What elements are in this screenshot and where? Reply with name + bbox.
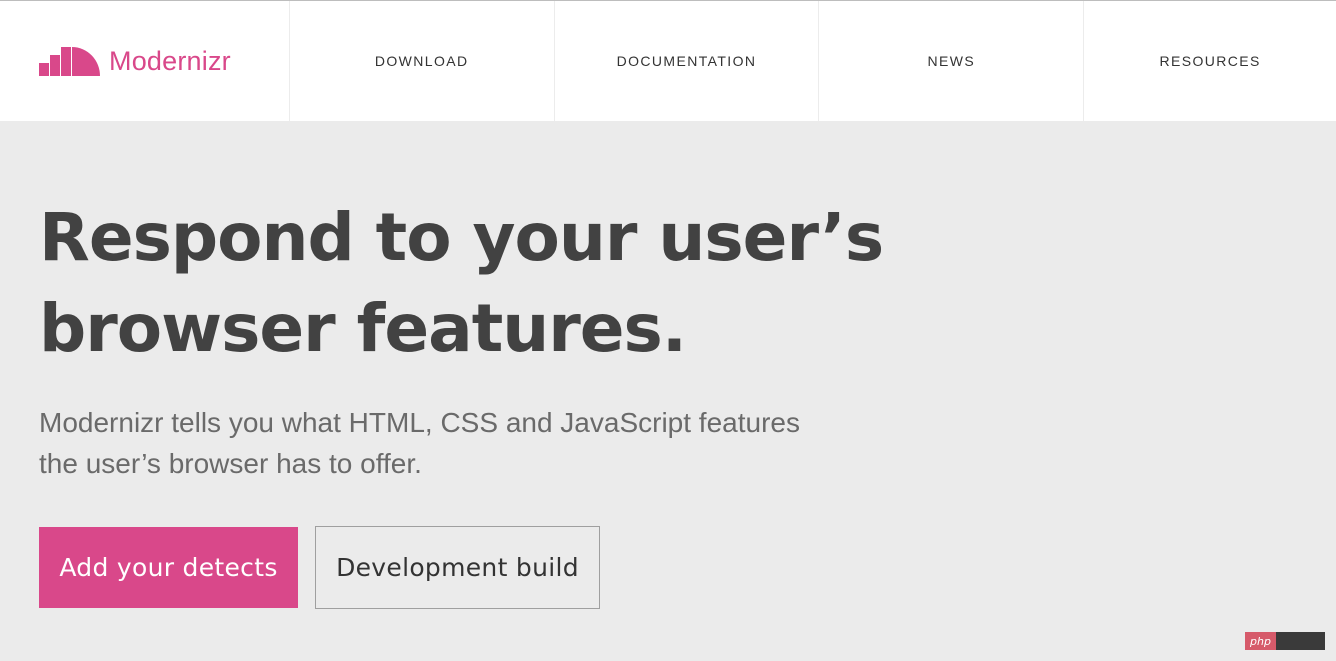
development-build-button[interactable]: Development build [315, 526, 600, 609]
hero-section: Respond to your user’s browser features. [39, 192, 939, 374]
page: Modernizr DOWNLOAD DOCUMENTATION NEWS RE… [0, 0, 1336, 661]
nav-item-resources[interactable]: RESOURCES [1084, 1, 1336, 121]
hero-subtitle-line-1: Modernizr tells you what HTML, CSS and J… [39, 407, 800, 438]
hero-title-line-2: browser features. [39, 290, 687, 367]
nav-item-download[interactable]: DOWNLOAD [290, 1, 555, 121]
brand-name: Modernizr [109, 45, 231, 76]
hero-subtitle: Modernizr tells you what HTML, CSS and J… [39, 402, 839, 484]
nav-item-documentation[interactable]: DOCUMENTATION [555, 1, 820, 121]
watermark-text: php [1245, 632, 1276, 650]
hero-title: Respond to your user’s browser features. [39, 192, 939, 374]
hero-subtitle-line-2: the user’s browser has to offer. [39, 448, 422, 479]
logo-link[interactable]: Modernizr [0, 1, 290, 121]
hero-title-line-1: Respond to your user’s [39, 199, 884, 276]
php-watermark: php [1245, 632, 1325, 650]
top-navigation: Modernizr DOWNLOAD DOCUMENTATION NEWS RE… [0, 0, 1336, 121]
add-your-detects-button[interactable]: Add your detects [39, 527, 298, 608]
watermark-bar [1276, 632, 1325, 650]
nav-item-news[interactable]: NEWS [819, 1, 1085, 121]
modernizr-logo-icon [39, 47, 100, 76]
